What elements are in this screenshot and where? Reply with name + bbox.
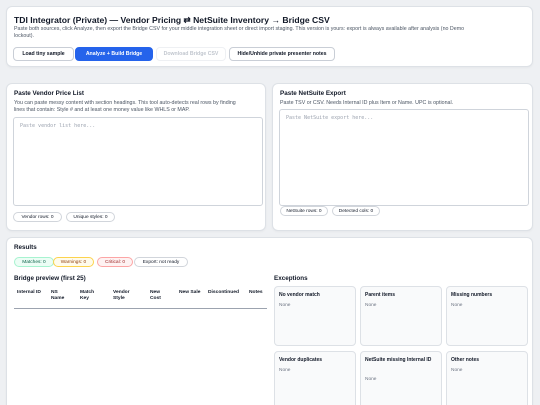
toggle-notes-button[interactable]: Hide/Unhide private presenter notes [229,47,335,61]
exception-no-vendor-match: No vendor match None [274,286,356,346]
netsuite-card: Paste NetSuite Export Paste TSV or CSV. … [272,83,533,231]
exception-parent-items: Parent items None [360,286,442,346]
critical-badge: Critical: 0 [97,257,133,267]
col-discontinued: Discontinued [208,290,239,295]
netsuite-help: Paste TSV or CSV. Needs Internal ID plus… [280,100,454,106]
vendor-textarea[interactable]: Paste vendor list here... [13,117,263,206]
matches-badge: Matches: 0 [14,257,54,267]
vendor-styles-badge: Unique styles: 0 [66,212,115,222]
col-vendor-style: Vendor Style [113,290,130,301]
exception-missing-numbers: Missing numbers None [446,286,528,346]
exception-vendor-duplicates: Vendor duplicates None [274,351,356,405]
bridge-preview-table-header: Internal ID NS Name Match Key Vendor Sty… [14,287,267,309]
netsuite-rows-badge: NetSuite rows: 0 [280,206,328,216]
col-notes: Notes [249,290,263,295]
exceptions-title: Exceptions [274,275,308,282]
analyze-button[interactable]: Analyze + Build Bridge [75,47,153,61]
netsuite-textarea-placeholder: Paste NetSuite export here... [286,115,374,121]
download-csv-button[interactable]: Download Bridge CSV [156,47,226,61]
netsuite-cols-badge: Detected cols: 0 [332,206,380,216]
netsuite-textarea[interactable]: Paste NetSuite export here... [279,109,529,206]
header-card: TDI Integrator (Private) — Vendor Pricin… [6,6,533,67]
vendor-help: You can paste messy content with section… [14,100,236,113]
page-title: TDI Integrator (Private) — Vendor Pricin… [14,15,330,25]
col-internal-id: Internal ID [17,290,41,295]
netsuite-title: Paste NetSuite Export [280,90,346,97]
vendor-card: Paste Vendor Price List You can paste me… [6,83,266,231]
col-new-sale: New Sale [179,290,201,295]
exception-other-notes: Other notes None [446,351,528,405]
export-status-badge: Export: not ready [134,257,188,267]
results-title: Results [14,244,37,251]
vendor-title: Paste Vendor Price List [14,90,84,97]
col-ns-name: NS Name [51,290,65,301]
vendor-rows-badge: Vendor rows: 0 [13,212,62,222]
load-sample-button[interactable]: Load tiny sample [13,47,74,61]
page-subtitle: Paste both sources, click Analyze, then … [14,26,465,39]
exception-missing-internal-id: NetSuite missing Internal ID None [360,351,442,405]
bridge-preview-title: Bridge preview (first 25) [14,275,86,282]
warnings-badge: Warnings: 0 [53,257,94,267]
vendor-textarea-placeholder: Paste vendor list here... [20,123,96,129]
results-card: Results Matches: 0 Warnings: 0 Critical:… [6,237,533,405]
col-new-cost: New Cost [150,290,161,301]
col-match-key: Match Key [80,290,95,301]
